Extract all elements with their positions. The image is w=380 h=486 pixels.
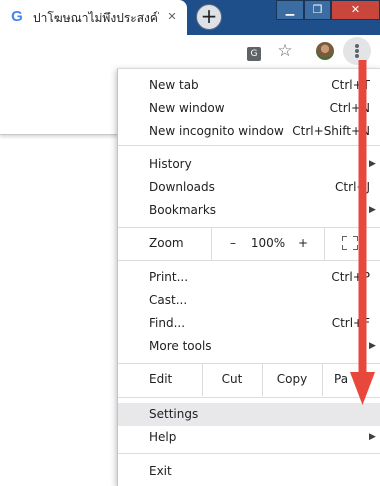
menu-separator — [118, 453, 380, 454]
kebab-dot — [355, 44, 359, 48]
window-controls: ▁ ❐ ✕ — [276, 0, 380, 20]
kebab-dot — [355, 54, 359, 58]
kebab-dot — [355, 49, 359, 53]
menu-item-help[interactable]: Help ▶ — [118, 426, 380, 449]
chrome-main-menu: New tab Ctrl+T New window Ctrl+N New inc… — [117, 68, 380, 486]
menu-item-bookmarks[interactable]: Bookmarks ▶ — [118, 199, 380, 222]
fullscreen-corner — [342, 236, 347, 241]
menu-row-zoom: Zoom – 100% + — [118, 228, 380, 260]
browser-toolbar: G ☆ — [0, 35, 380, 67]
copy-button[interactable]: Copy — [263, 372, 321, 387]
zoom-divider — [211, 228, 212, 260]
minimize-button[interactable]: ▁ — [276, 0, 304, 20]
menu-separator — [118, 397, 380, 398]
cut-button[interactable]: Cut — [203, 372, 261, 387]
menu-item-label: Help — [149, 430, 177, 444]
menu-item-label: New tab — [149, 78, 199, 92]
zoom-divider — [324, 228, 325, 260]
menu-separator — [118, 145, 380, 146]
maximize-button[interactable]: ❐ — [304, 0, 331, 20]
annotation-arrow-shaft — [358, 60, 367, 378]
menu-row-edit: Edit Cut Copy Pa — [118, 364, 380, 396]
menu-separator — [118, 260, 380, 261]
google-favicon-icon: G — [11, 8, 23, 25]
menu-item-new-tab[interactable]: New tab Ctrl+T — [118, 74, 380, 97]
menu-item-label: Print... — [149, 270, 189, 284]
menu-item-cast[interactable]: Cast... — [118, 289, 380, 312]
menu-item-print[interactable]: Print... Ctrl+P — [118, 266, 380, 289]
close-window-button[interactable]: ✕ — [331, 0, 380, 20]
window-title-bar: G ปาโฆษณาไม่พึงประสงค์ใ ✕ + ▁ ❐ ✕ — [0, 0, 380, 35]
page-content — [0, 68, 118, 135]
menu-item-label: Settings — [149, 407, 199, 421]
annotation-arrow-head — [350, 372, 375, 405]
annotation-arrow-icon — [350, 60, 375, 405]
bookmark-star-icon[interactable]: ☆ — [275, 41, 295, 61]
zoom-level: 100% — [250, 236, 286, 250]
menu-item-label: Find... — [149, 316, 186, 330]
submenu-arrow-icon: ▶ — [369, 432, 376, 442]
new-tab-button[interactable]: + — [196, 4, 222, 30]
browser-tab[interactable]: G ปาโฆษณาไม่พึงประสงค์ใ ✕ — [0, 0, 187, 35]
zoom-label: Zoom — [149, 236, 184, 250]
menu-item-label: Bookmarks — [149, 203, 217, 217]
menu-item-label: Cast... — [149, 293, 188, 307]
menu-item-label: Downloads — [149, 180, 215, 194]
address-bar[interactable] — [0, 35, 236, 67]
tab-title: ปาโฆษณาไม่พึงประสงค์ใ — [33, 11, 159, 25]
translate-icon[interactable]: G — [244, 41, 264, 61]
edit-label: Edit — [149, 372, 173, 386]
menu-item-label: Exit — [149, 464, 172, 478]
menu-item-new-incognito-window[interactable]: New incognito window Ctrl+Shift+N — [118, 120, 380, 143]
menu-item-downloads[interactable]: Downloads Ctrl+J — [118, 176, 380, 199]
menu-item-more-tools[interactable]: More tools ▶ — [118, 335, 380, 358]
menu-item-new-window[interactable]: New window Ctrl+N — [118, 97, 380, 120]
menu-item-label: History — [149, 157, 192, 171]
menu-item-find[interactable]: Find... Ctrl+F — [118, 312, 380, 335]
tab-close-icon[interactable]: ✕ — [164, 9, 180, 25]
menu-item-label: New window — [149, 101, 225, 115]
zoom-out-button[interactable]: – — [223, 236, 243, 251]
menu-item-exit[interactable]: Exit — [118, 460, 380, 483]
menu-item-history[interactable]: History ▶ — [118, 153, 380, 176]
zoom-in-button[interactable]: + — [293, 236, 313, 251]
translate-glyph: G — [247, 47, 261, 61]
menu-item-label: More tools — [149, 339, 212, 353]
menu-item-settings[interactable]: Settings — [118, 403, 380, 426]
fullscreen-corner — [342, 245, 347, 250]
profile-avatar[interactable] — [316, 42, 334, 60]
menu-item-label: New incognito window — [149, 124, 284, 138]
